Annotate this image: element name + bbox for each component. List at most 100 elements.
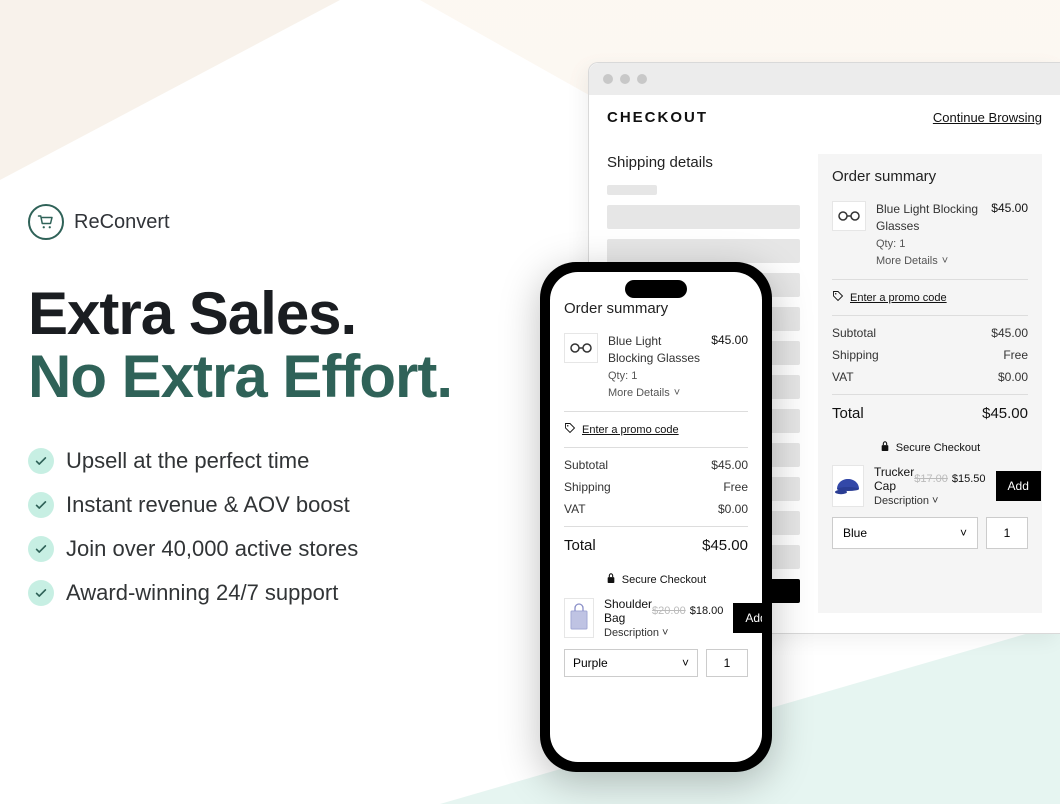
headline-line-2: No Extra Effort. xyxy=(28,345,508,408)
total-value: $45.00 xyxy=(702,537,748,554)
order-item-price: $45.00 xyxy=(711,333,748,401)
chevron-down-icon: ˅ xyxy=(942,254,948,269)
promo-link[interactable]: Enter a promo code xyxy=(582,424,679,436)
lock-icon xyxy=(606,572,616,587)
brand-name: ReConvert xyxy=(74,211,170,234)
secure-label: Secure Checkout xyxy=(896,442,980,454)
check-icon xyxy=(28,536,54,562)
phone-mock: Order summary Blue Light Blocking Glasse… xyxy=(540,262,772,772)
tag-icon xyxy=(832,290,844,305)
total-label: Total xyxy=(832,405,864,422)
order-item: Blue Light Blocking Glasses Qty: 1 More … xyxy=(832,201,1028,269)
checkout-header: CHECKOUT Continue Browsing xyxy=(607,109,1042,126)
add-button[interactable]: Add xyxy=(996,471,1041,501)
check-icon xyxy=(28,448,54,474)
window-dot xyxy=(620,74,630,84)
chevron-down-icon: ˅ xyxy=(932,495,938,507)
upsell-old-price: $20.00 xyxy=(652,605,686,617)
bullet-item: Join over 40,000 active stores xyxy=(28,536,508,562)
shipping-label: Shipping xyxy=(832,348,879,362)
shipping-value: Free xyxy=(723,480,748,494)
order-item: Blue Light Blocking Glasses Qty: 1 More … xyxy=(564,333,748,401)
order-item-name: Blue Light Blocking Glasses xyxy=(608,333,701,367)
upsell-widget: Secure Checkout Shoulder Bag $20.00$18.0… xyxy=(564,572,748,677)
chevron-down-icon: ˅ xyxy=(682,656,689,670)
bullet-text: Join over 40,000 active stores xyxy=(66,536,358,562)
order-summary-title: Order summary xyxy=(564,300,748,317)
upsell-old-price: $17.00 xyxy=(914,473,948,485)
headline: Extra Sales. No Extra Effort. xyxy=(28,282,508,408)
browser-chrome xyxy=(589,63,1060,95)
headline-line-1: Extra Sales. xyxy=(28,282,508,345)
total-value: $45.00 xyxy=(982,405,1028,422)
order-item-qty: Qty: 1 xyxy=(608,369,701,384)
subtotal-value: $45.00 xyxy=(711,458,748,472)
glasses-icon xyxy=(832,201,866,231)
variant-select[interactable]: Blue˅ xyxy=(832,517,978,549)
vat-value: $0.00 xyxy=(718,502,748,516)
window-dot xyxy=(637,74,647,84)
qty-input[interactable]: 1 xyxy=(706,649,748,677)
brand: ReConvert xyxy=(28,204,508,240)
phone-screen: Order summary Blue Light Blocking Glasse… xyxy=(550,272,762,762)
phone-notch xyxy=(625,280,687,298)
form-placeholder xyxy=(607,185,657,195)
description-toggle[interactable]: Description˅ xyxy=(874,495,938,507)
shipping-label: Shipping xyxy=(564,480,611,494)
subtotal-value: $45.00 xyxy=(991,326,1028,340)
promo-code-row[interactable]: Enter a promo code xyxy=(564,422,748,437)
form-placeholder xyxy=(607,239,800,263)
lock-icon xyxy=(880,440,890,455)
glasses-icon xyxy=(564,333,598,363)
more-details-toggle[interactable]: More Details ˅ xyxy=(608,386,680,401)
bullet-item: Upsell at the perfect time xyxy=(28,448,508,474)
secure-label: Secure Checkout xyxy=(622,574,706,586)
window-dot xyxy=(603,74,613,84)
shipping-value: Free xyxy=(1003,348,1028,362)
vat-label: VAT xyxy=(564,502,586,516)
upsell-card: Trucker Cap $17.00$15.50 Description˅ Ad… xyxy=(832,465,1028,507)
marketing-copy: ReConvert Extra Sales. No Extra Effort. … xyxy=(28,204,508,624)
divider xyxy=(564,526,748,527)
order-item-price: $45.00 xyxy=(991,201,1028,269)
secure-checkout: Secure Checkout xyxy=(564,572,748,587)
continue-browsing-link[interactable]: Continue Browsing xyxy=(933,110,1042,125)
upsell-card: Shoulder Bag $20.00$18.00 Description˅ A… xyxy=(564,597,748,639)
upsell-widget: Secure Checkout Trucker Cap $17.00 $15.50… xyxy=(832,440,1028,549)
promo-code-row[interactable]: Enter a promo code xyxy=(832,290,1028,305)
brand-logo-icon xyxy=(28,204,64,240)
upsell-product-name: Shoulder Bag xyxy=(604,597,652,625)
divider xyxy=(832,394,1028,395)
order-item-qty: Qty: 1 xyxy=(876,237,981,252)
chevron-down-icon: ˅ xyxy=(674,386,680,401)
variant-select[interactable]: Purple˅ xyxy=(564,649,698,677)
checkout-title: CHECKOUT xyxy=(607,109,708,126)
vat-label: VAT xyxy=(832,370,854,384)
description-toggle[interactable]: Description˅ xyxy=(604,627,668,639)
chevron-down-icon: ˅ xyxy=(960,526,967,540)
bg-decoration xyxy=(0,0,340,180)
subtotal-label: Subtotal xyxy=(832,326,876,340)
divider xyxy=(564,411,748,412)
cap-icon xyxy=(832,465,864,507)
vat-value: $0.00 xyxy=(998,370,1028,384)
add-button[interactable]: Add xyxy=(733,603,762,633)
qty-input[interactable]: 1 xyxy=(986,517,1028,549)
order-summary-title: Order summary xyxy=(832,168,1028,185)
check-icon xyxy=(28,580,54,606)
form-placeholder xyxy=(607,205,800,229)
bullet-text: Upsell at the perfect time xyxy=(66,448,309,474)
secure-checkout: Secure Checkout xyxy=(832,440,1028,455)
promo-link[interactable]: Enter a promo code xyxy=(850,292,947,304)
order-item-name: Blue Light Blocking Glasses xyxy=(876,201,981,235)
upsell-new-price: $15.50 xyxy=(952,473,986,485)
order-summary: Order summary Blue Light Blocking Glasse… xyxy=(818,154,1042,613)
bullet-item: Instant revenue & AOV boost xyxy=(28,492,508,518)
more-details-toggle[interactable]: More Details ˅ xyxy=(876,254,948,269)
upsell-product-name: Trucker Cap xyxy=(874,465,914,493)
bullet-text: Instant revenue & AOV boost xyxy=(66,492,350,518)
bullet-item: Award-winning 24/7 support xyxy=(28,580,508,606)
divider xyxy=(832,315,1028,316)
feature-bullets: Upsell at the perfect time Instant reven… xyxy=(28,448,508,606)
bullet-text: Award-winning 24/7 support xyxy=(66,580,338,606)
